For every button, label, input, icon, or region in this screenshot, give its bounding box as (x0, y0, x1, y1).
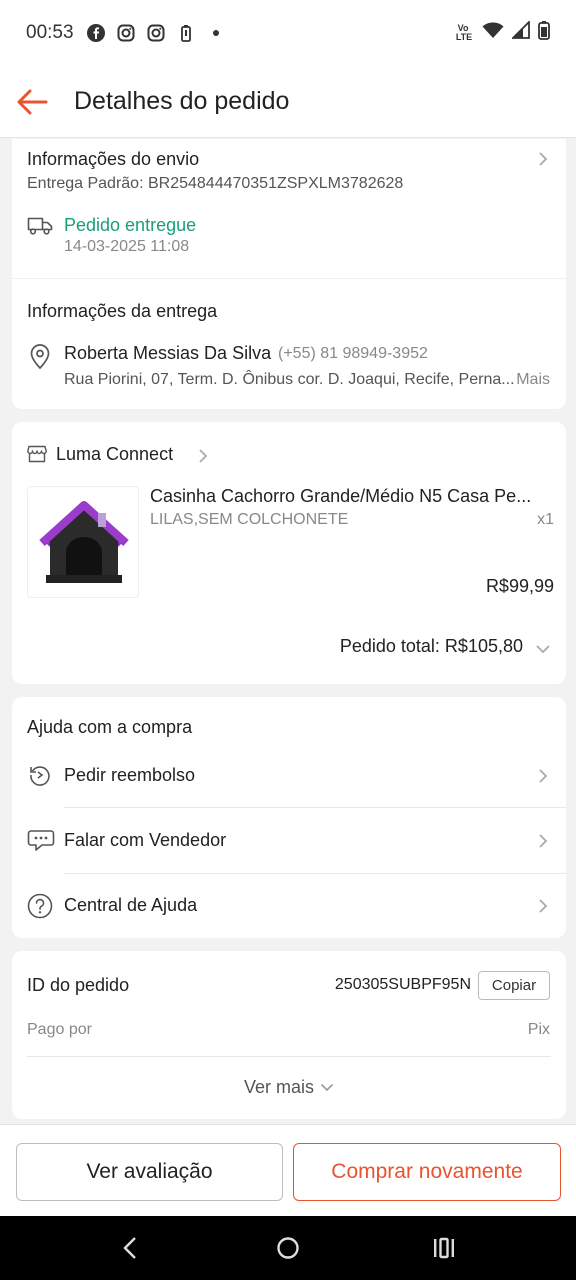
shop-header[interactable]: Luma Connect (27, 442, 227, 468)
product-row[interactable]: Casinha Cachorro Grande/Médio N5 Casa Pe… (27, 486, 554, 602)
help-item-refund[interactable]: Pedir reembolso (12, 743, 566, 807)
product-variant: LILAS,SEM COLCHONETE (150, 511, 349, 528)
signal-icon (510, 19, 530, 45)
battery-saver-icon (176, 23, 196, 43)
chat-icon (27, 828, 55, 857)
back-nav-icon[interactable] (120, 1236, 142, 1265)
help-item-label: Pedir reembolso (64, 765, 196, 785)
wifi-icon (482, 21, 504, 45)
help-card: Ajuda com a compra Pedir reembolso Falar… (12, 697, 566, 938)
help-icon (27, 893, 53, 924)
store-icon (27, 445, 47, 468)
instagram-icon (116, 23, 136, 43)
help-item-chat-seller[interactable]: Falar com Vendedor (12, 809, 566, 873)
chevron-right-icon (199, 449, 208, 463)
buy-again-button[interactable]: Comprar novamente (293, 1143, 561, 1201)
paid-by-label: Pago por (27, 1021, 92, 1038)
chevron-right-icon (539, 769, 548, 783)
recents-nav-icon[interactable] (432, 1237, 456, 1264)
delivery-date: 14-03-2025 11:08 (64, 238, 190, 255)
shipping-info-title: Informações do envio (27, 149, 200, 169)
see-more-button[interactable]: Ver mais (12, 1065, 566, 1109)
chevron-right-icon (539, 152, 548, 166)
help-item-label: Falar com Vendedor (64, 830, 227, 850)
arrow-left-icon (17, 89, 48, 114)
divider (64, 873, 566, 874)
shipping-info-row[interactable]: Informações do envio Entrega Padrão: BR2… (12, 139, 566, 269)
status-time: 00:53 (26, 22, 74, 43)
divider (64, 807, 566, 808)
recipient-phone: (+55) 81 98949-3952 (278, 345, 428, 362)
refund-icon (28, 763, 52, 792)
shipping-card: Informações do envio Entrega Padrão: BR2… (12, 139, 566, 409)
divider (27, 1056, 551, 1057)
order-total: Pedido total: R$105,80 (339, 636, 523, 656)
page-title: Detalhes do pedido (74, 87, 290, 115)
delivery-address-row[interactable]: Roberta Messias Da Silva (+55) 81 98949-… (64, 343, 554, 399)
help-item-help-center[interactable]: Central de Ajuda (12, 875, 566, 938)
chevron-down-icon (536, 645, 550, 654)
app-header: Detalhes do pedido (0, 66, 576, 138)
volte-indicator: Vo LTE (455, 23, 473, 42)
recipient-name: Roberta Messias Da Silva (64, 343, 272, 363)
divider (12, 278, 566, 279)
chevron-right-icon (539, 834, 548, 848)
product-price: R$99,99 (485, 576, 554, 596)
chevron-right-icon (539, 899, 548, 913)
product-quantity: x1 (537, 511, 554, 528)
help-title: Ajuda com a compra (27, 717, 193, 737)
shop-card: Luma Connect Casinha Cachorro Grande/Méd… (12, 422, 566, 684)
see-more-label: Ver mais (243, 1076, 315, 1097)
chevron-down-icon (320, 1083, 334, 1091)
location-pin-icon (29, 344, 51, 375)
product-title: Casinha Cachorro Grande/Médio N5 Casa Pe… (150, 486, 532, 506)
back-button[interactable] (16, 87, 50, 117)
order-id-label: ID do pedido (27, 975, 130, 995)
bottom-action-bar: Ver avaliação Comprar novamente (0, 1124, 576, 1216)
battery-icon (538, 20, 550, 46)
shop-name: Luma Connect (56, 444, 174, 464)
facebook-icon (86, 23, 106, 43)
view-review-button[interactable]: Ver avaliação (16, 1143, 283, 1201)
truck-icon (27, 216, 53, 241)
product-image (27, 486, 139, 598)
paid-by-value: Pix (527, 1021, 550, 1038)
delivery-status: Pedido entregue (64, 215, 197, 235)
instagram-icon (146, 23, 166, 43)
help-item-label: Central de Ajuda (64, 895, 198, 915)
tracking-number: Entrega Padrão: BR254844470351ZSPXLM3782… (27, 175, 404, 192)
copy-button[interactable]: Copiar (478, 971, 550, 1000)
order-info-card: ID do pedido 250305SUBPF95N Copiar Pago … (12, 951, 566, 1119)
order-id-value: 250305SUBPF95N (334, 976, 471, 993)
status-bar: 00:53 Vo LTE (0, 0, 576, 66)
delivery-info-title: Informações da entrega (27, 301, 218, 321)
notification-dot-icon (206, 23, 226, 43)
more-link[interactable]: Mais (516, 371, 550, 389)
order-total-row[interactable]: Pedido total: R$105,80 (12, 634, 566, 664)
system-nav-bar (0, 1216, 576, 1280)
recipient-address: Rua Piorini, 07, Term. D. Ônibus cor. D.… (64, 371, 515, 388)
home-nav-icon[interactable] (276, 1236, 300, 1265)
